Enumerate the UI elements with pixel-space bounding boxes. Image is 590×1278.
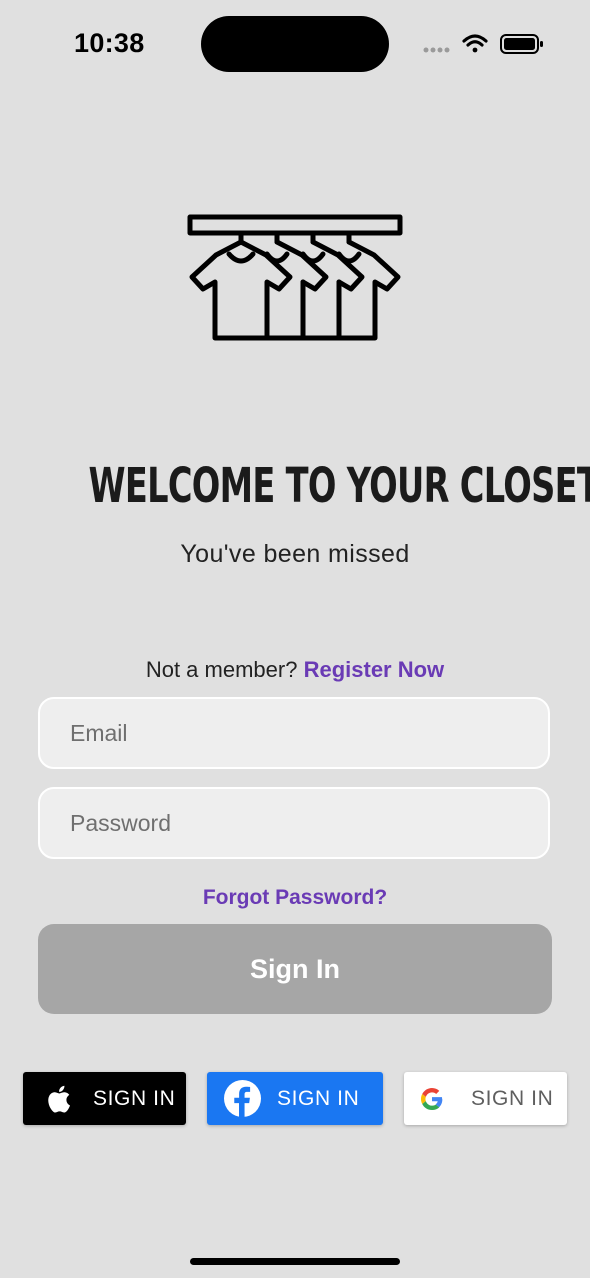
home-indicator[interactable] [190, 1258, 400, 1265]
forgot-password-link[interactable]: Forgot Password? [0, 886, 590, 910]
dynamic-island [201, 16, 389, 72]
facebook-logo-icon [224, 1080, 261, 1117]
apple-sign-in-label: SIGN IN [93, 1086, 176, 1110]
page-subtitle: You've been missed [180, 540, 410, 568]
battery-icon [500, 34, 543, 54]
clothes-rack-icon [187, 214, 403, 341]
status-time: 10:38 [74, 28, 145, 58]
facebook-sign-in-button[interactable]: SIGN IN [207, 1072, 383, 1125]
status-icons [423, 34, 543, 54]
sign-in-button[interactable]: Sign In [38, 924, 552, 1014]
email-field[interactable] [38, 697, 550, 769]
facebook-sign-in-label: SIGN IN [277, 1086, 360, 1110]
apple-logo-icon [48, 1085, 70, 1112]
google-sign-in-button[interactable]: SIGN IN [404, 1072, 567, 1125]
register-now-link[interactable]: Register Now [304, 657, 445, 682]
wifi-icon [462, 34, 488, 53]
password-field[interactable] [38, 787, 550, 859]
google-sign-in-label: SIGN IN [471, 1086, 554, 1110]
register-prompt: Not a member? [145, 657, 298, 682]
cellular-icon [423, 47, 450, 53]
apple-sign-in-button[interactable]: SIGN IN [23, 1072, 186, 1125]
page-title: WELCOME TO YOUR CLOSET! [88, 458, 590, 514]
google-logo-icon [421, 1087, 443, 1110]
status-bar: 10:38 [0, 0, 590, 90]
register-prompt-row: Not a member? Register Now [0, 657, 590, 683]
